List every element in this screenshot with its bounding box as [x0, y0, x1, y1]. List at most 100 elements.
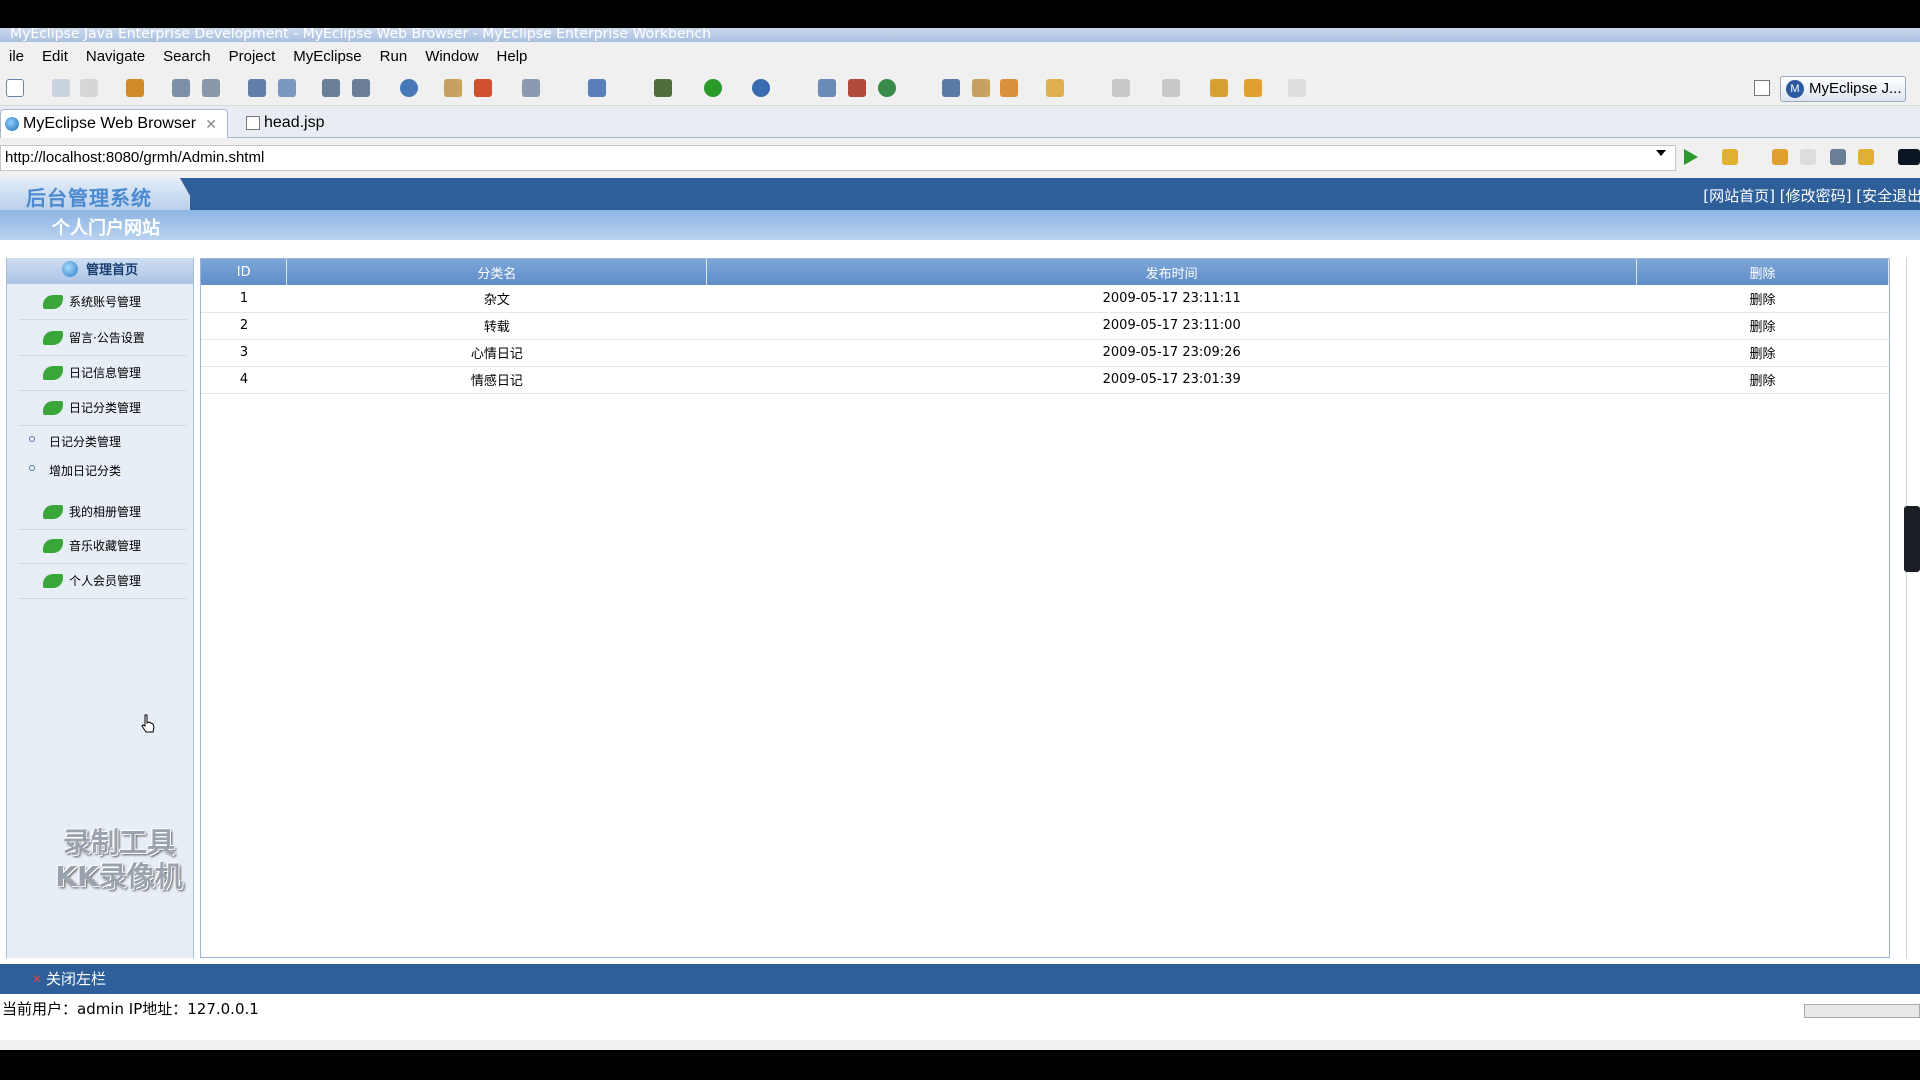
scrollbar-thumb[interactable]	[1904, 506, 1920, 572]
prev-annotation-icon[interactable]	[1162, 79, 1180, 97]
refresh-icon[interactable]	[878, 79, 896, 97]
back-icon[interactable]	[1244, 79, 1262, 97]
open-perspective-icon[interactable]	[1754, 80, 1770, 96]
close-sidebar-icon[interactable]: ✕	[32, 964, 42, 994]
debug-icon[interactable]	[172, 79, 190, 97]
close-icon[interactable]: ✕	[205, 110, 217, 138]
open-type-icon[interactable]	[942, 79, 960, 97]
sidebar-item-label: 日记信息管理	[69, 366, 142, 380]
logout-link[interactable]: [安全退出]	[1856, 187, 1920, 205]
leaf-icon	[43, 401, 63, 415]
forward-icon[interactable]	[1288, 79, 1306, 97]
cell-publish-time: 2009-05-17 23:09:26	[706, 339, 1637, 367]
recorder-watermark: 录制工具 KK录像机	[34, 826, 204, 894]
sidebar-item-label: 我的相册管理	[69, 505, 142, 519]
sidebar-item-music[interactable]: 音乐收藏管理	[19, 528, 187, 564]
table-row: 2 转载 2009-05-17 23:11:00 删除	[201, 312, 1889, 340]
sidebar-home-label: 管理首页	[85, 263, 138, 278]
sidebar-item-albums[interactable]: 我的相册管理	[19, 494, 187, 530]
menu-run[interactable]: Run	[371, 48, 417, 65]
last-edit-icon[interactable]	[1210, 79, 1228, 97]
back-nav-icon[interactable]	[1772, 149, 1788, 165]
menu-navigate[interactable]: Navigate	[77, 48, 154, 65]
tab-web-browser[interactable]: MyEclipse Web Browser ✕	[0, 109, 228, 138]
add-icon[interactable]	[474, 79, 492, 97]
menu-edit[interactable]: Edit	[33, 48, 77, 65]
cell-category-name: 杂文	[286, 285, 707, 313]
perspective-button[interactable]: M MyEclipse J...	[1780, 76, 1906, 102]
leaf-icon	[43, 574, 63, 588]
view-icon[interactable]	[522, 79, 540, 97]
print-icon[interactable]	[80, 79, 98, 97]
delete-link[interactable]: 删除	[1636, 312, 1889, 340]
page-scrollbar[interactable]	[1906, 258, 1920, 958]
go-icon[interactable]	[1684, 149, 1698, 165]
cell-publish-time: 2009-05-17 23:11:11	[706, 285, 1637, 313]
new-class-icon[interactable]	[848, 79, 866, 97]
delete-link[interactable]: 删除	[1636, 366, 1889, 394]
open-resource-icon[interactable]	[972, 79, 990, 97]
new-wizard-icon[interactable]	[588, 79, 606, 97]
new-icon[interactable]	[6, 79, 24, 97]
external-tools-icon[interactable]	[752, 79, 770, 97]
header-category-name: 分类名	[286, 259, 708, 285]
delete-link[interactable]: 删除	[1636, 339, 1889, 367]
next-annotation-icon[interactable]	[1112, 79, 1130, 97]
address-bar: http://localhost:8080/grmh/Admin.shtml	[0, 138, 1920, 178]
sidebar-home[interactable]: 管理首页	[7, 258, 193, 284]
tab-label: MyEclipse Web Browser	[23, 115, 197, 132]
bug-icon[interactable]	[654, 79, 672, 97]
deploy-icon[interactable]	[248, 79, 266, 97]
myeclipse-icon: M	[1786, 80, 1804, 98]
browser-menu-icon[interactable]	[1898, 149, 1920, 165]
table-row: 1 杂文 2009-05-17 23:11:11 删除	[201, 285, 1889, 313]
window-title: MyEclipse Java Enterprise Development - …	[0, 28, 1920, 42]
package-icon[interactable]	[126, 79, 144, 97]
sidebar-item-accounts[interactable]: 系统账号管理	[19, 284, 187, 320]
cell-category-name: 心情日记	[286, 339, 707, 367]
site-name: 个人门户网站	[52, 218, 160, 239]
tab-head-jsp[interactable]: head.jsp	[242, 109, 362, 138]
forward-nav-icon[interactable]	[1800, 149, 1816, 165]
refresh-nav-icon[interactable]	[1858, 149, 1874, 165]
favorites-icon[interactable]	[1722, 149, 1738, 165]
run-icon[interactable]	[704, 79, 722, 97]
globe-icon[interactable]	[400, 79, 418, 97]
url-field[interactable]: http://localhost:8080/grmh/Admin.shtml	[0, 145, 1676, 171]
table-row: 4 情感日记 2009-05-17 23:01:39 删除	[201, 366, 1889, 394]
delete-link[interactable]: 删除	[1636, 285, 1889, 313]
site-home-link[interactable]: [网站首页]	[1703, 187, 1775, 205]
search-tool-icon[interactable]	[1000, 79, 1018, 97]
sub-item-add-category[interactable]: 增加日记分类	[27, 462, 121, 479]
user-status: 当前用户：admin IP地址：127.0.0.1	[2, 1000, 259, 1018]
menu-myeclipse[interactable]: MyEclipse	[284, 48, 370, 65]
save-icon[interactable]	[52, 79, 70, 97]
wizard-icon[interactable]	[322, 79, 340, 97]
undeploy-icon[interactable]	[278, 79, 296, 97]
new-project-icon[interactable]	[818, 79, 836, 97]
header-delete: 删除	[1636, 259, 1889, 285]
change-password-link[interactable]: [修改密码]	[1780, 187, 1852, 205]
system-title: 后台管理系统	[26, 186, 152, 210]
sidebar-item-label: 个人会员管理	[69, 574, 142, 588]
stop-icon[interactable]	[1830, 149, 1846, 165]
sidebar-item-messages[interactable]: 留言·公告设置	[19, 320, 187, 356]
page-header: 后台管理系统 [网站首页] [修改密码] [安全退出]	[0, 178, 1920, 210]
server-icon[interactable]	[202, 79, 220, 97]
sub-item-manage-categories[interactable]: 日记分类管理	[27, 433, 121, 450]
url-history-dropdown-icon[interactable]	[1656, 150, 1666, 156]
menu-file[interactable]: ile	[0, 48, 33, 65]
sidebar-item-diary-categories[interactable]: 日记分类管理	[19, 390, 187, 426]
sidebar-item-diaries[interactable]: 日记信息管理	[19, 355, 187, 391]
open-folder-icon[interactable]	[1046, 79, 1064, 97]
close-sidebar-link[interactable]: 关闭左栏	[46, 970, 106, 988]
menu-bar: ile Edit Navigate Search Project MyEclip…	[0, 42, 1920, 70]
leaf-icon	[43, 331, 63, 345]
folder-icon[interactable]	[444, 79, 462, 97]
menu-search[interactable]: Search	[154, 48, 220, 65]
sidebar-item-members[interactable]: 个人会员管理	[19, 563, 187, 599]
menu-help[interactable]: Help	[488, 48, 537, 65]
menu-project[interactable]: Project	[220, 48, 285, 65]
export-icon[interactable]	[352, 79, 370, 97]
menu-window[interactable]: Window	[416, 48, 487, 65]
